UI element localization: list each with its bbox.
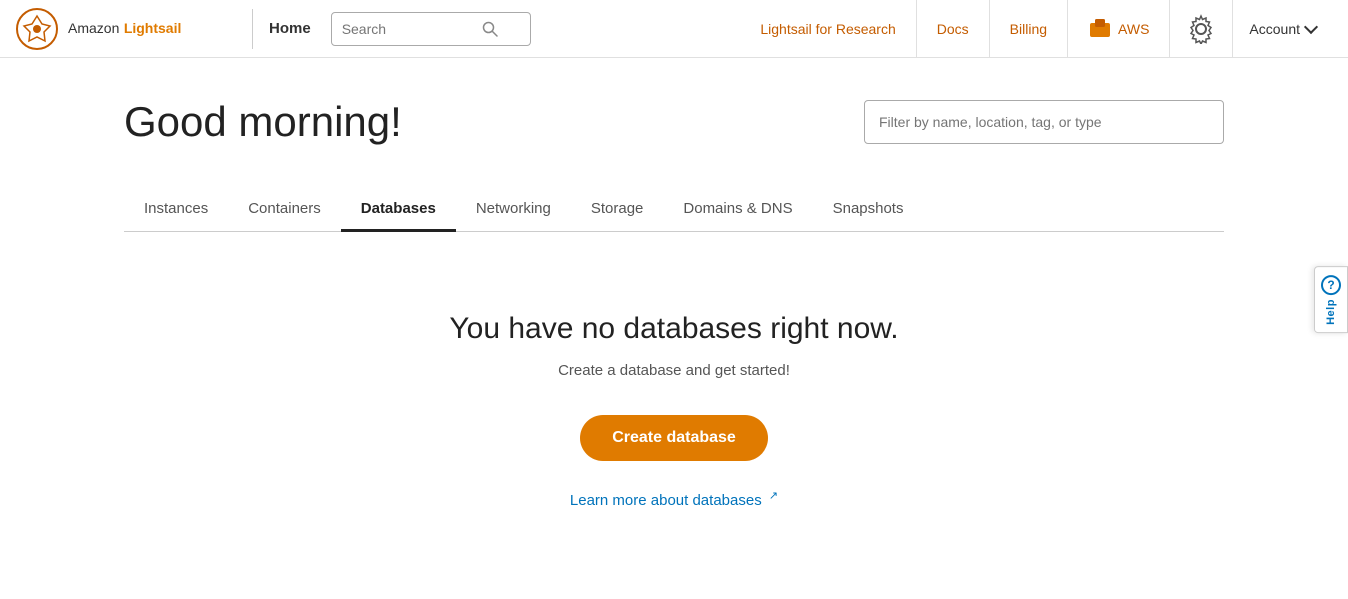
lightsail-research-link[interactable]: Lightsail for Research <box>740 0 916 58</box>
tab-databases[interactable]: Databases <box>341 186 456 232</box>
logo-lightsail-text: Lightsail <box>124 20 182 36</box>
create-database-button[interactable]: Create database <box>580 415 768 461</box>
tab-networking[interactable]: Networking <box>456 186 571 232</box>
account-label: Account <box>1249 21 1300 37</box>
tab-containers[interactable]: Containers <box>228 186 341 232</box>
aws-link[interactable]: AWS <box>1068 0 1170 58</box>
tab-instances[interactable]: Instances <box>124 186 228 232</box>
header-nav: Lightsail for Research Docs Billing AWS … <box>740 0 1332 58</box>
help-icon: ? <box>1321 275 1341 295</box>
aws-box-icon <box>1088 17 1112 41</box>
greeting-row: Good morning! <box>124 98 1224 146</box>
tabs-nav: Instances Containers Databases Networkin… <box>124 186 1224 232</box>
account-button[interactable]: Account <box>1233 0 1332 58</box>
empty-state: You have no databases right now. Create … <box>124 232 1224 549</box>
search-box <box>331 12 531 46</box>
header-divider <box>252 9 253 49</box>
empty-state-title: You have no databases right now. <box>124 312 1224 346</box>
help-panel[interactable]: ? Help <box>1314 266 1348 334</box>
gear-area[interactable] <box>1170 0 1233 58</box>
empty-state-subtitle: Create a database and get started! <box>124 362 1224 379</box>
learn-more-link[interactable]: Learn more about databases ↗ <box>124 489 1224 509</box>
search-input[interactable] <box>342 21 482 37</box>
chevron-down-icon <box>1304 20 1318 34</box>
home-link[interactable]: Home <box>269 20 311 37</box>
main-content: Good morning! Instances Containers Datab… <box>84 58 1264 549</box>
greeting-text: Good morning! <box>124 98 402 146</box>
docs-link[interactable]: Docs <box>917 0 990 58</box>
logo-amazon-text: Amazon <box>68 20 119 36</box>
tab-storage[interactable]: Storage <box>571 186 664 232</box>
external-link-icon: ↗ <box>769 490 778 502</box>
header: Amazon Lightsail Home Lightsail for Rese… <box>0 0 1348 58</box>
logo-link[interactable]: Amazon Lightsail <box>16 8 236 50</box>
tab-snapshots[interactable]: Snapshots <box>813 186 924 232</box>
aws-label: AWS <box>1118 21 1149 37</box>
billing-link[interactable]: Billing <box>990 0 1068 58</box>
tab-domains-dns[interactable]: Domains & DNS <box>663 186 812 232</box>
lightsail-logo-icon <box>16 8 58 50</box>
search-icon <box>482 21 498 37</box>
filter-input[interactable] <box>864 100 1224 144</box>
gear-icon <box>1186 14 1216 44</box>
learn-more-text: Learn more about databases <box>570 492 762 509</box>
help-label: Help <box>1325 299 1337 325</box>
